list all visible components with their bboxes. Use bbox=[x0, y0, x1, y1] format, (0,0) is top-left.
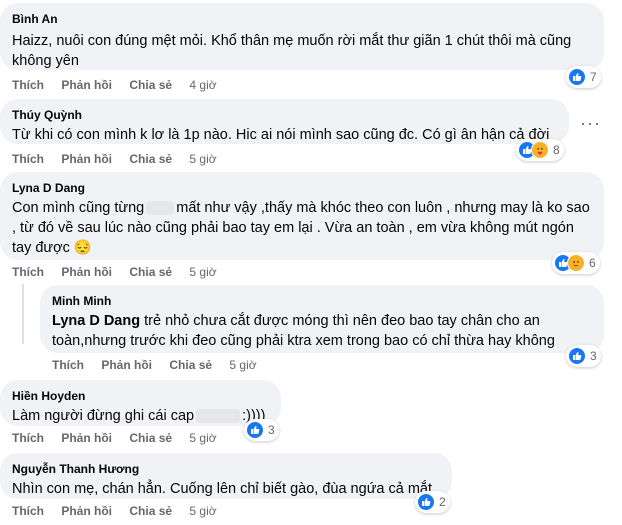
comment-bubble: Nguyễn Thanh Hương Nhìn con mẹ, chán hẳn… bbox=[0, 453, 452, 499]
reply-button[interactable]: Phản hồi bbox=[61, 152, 112, 166]
comment-text: Lyna D Dang trẻ nhỏ chưa cắt được móng t… bbox=[52, 311, 592, 351]
reaction-count: 3 bbox=[268, 423, 275, 437]
comment-text-part: Con mình cũng từng bbox=[12, 200, 145, 216]
comment-author[interactable]: Minh Minh bbox=[52, 293, 592, 309]
comment-time[interactable]: 5 giờ bbox=[189, 152, 216, 166]
comment-bubble: Lyna D Dang Con mình cũng từng mất như vậ… bbox=[0, 172, 604, 260]
like-icon bbox=[246, 421, 264, 439]
comment-bubble: Thúy Quỳnh Từ khi có con mình k lơ là 1p… bbox=[0, 99, 569, 144]
like-icon bbox=[568, 68, 586, 86]
comment-author[interactable]: Hiền Hoyden bbox=[12, 388, 269, 404]
like-button[interactable]: Thích bbox=[12, 431, 44, 445]
comment-text: Nhìn con mẹ, chán hẳn. Cuống lên chỉ biế… bbox=[12, 481, 433, 497]
comment-time[interactable]: 5 giờ bbox=[229, 358, 256, 372]
share-button[interactable]: Chia sẻ bbox=[129, 504, 172, 518]
like-icon bbox=[568, 347, 586, 365]
more-options-icon[interactable]: ··· bbox=[580, 114, 601, 132]
reply-button[interactable]: Phản hồi bbox=[61, 265, 112, 279]
share-button[interactable]: Chia sẻ bbox=[129, 152, 172, 166]
comment-text: Từ khi có con mình k lơ là 1p nào. Hic a… bbox=[12, 127, 550, 143]
reaction-summary[interactable]: 3 bbox=[244, 419, 279, 441]
reply-button[interactable]: Phản hồi bbox=[61, 78, 112, 92]
reaction-summary[interactable]: 3 bbox=[566, 345, 601, 367]
comment-time[interactable]: 5 giờ bbox=[189, 504, 216, 518]
share-button[interactable]: Chia sẻ bbox=[129, 431, 172, 445]
comment-actions: Thích Phản hồi Chia sẻ 5 giờ bbox=[12, 264, 231, 280]
comment-time[interactable]: 5 giờ bbox=[189, 431, 216, 445]
reaction-count: 6 bbox=[589, 256, 596, 270]
reaction-count: 7 bbox=[590, 70, 597, 84]
comment-bubble: Minh Minh Lyna D Dang trẻ nhỏ chưa cắt đ… bbox=[40, 285, 604, 353]
reply-thread-line bbox=[22, 284, 24, 344]
comment-bubble: Bình An Haizz, nuôi con đúng mệt mỏi. Kh… bbox=[0, 3, 604, 70]
comment-author[interactable]: Lyna D Dang bbox=[12, 180, 592, 196]
reaction-count: 2 bbox=[439, 495, 446, 509]
reply-button[interactable]: Phản hồi bbox=[61, 504, 112, 518]
reaction-summary[interactable]: 7 bbox=[566, 66, 601, 88]
comment-actions: Thích Phản hồi Chia sẻ 5 giờ bbox=[52, 357, 271, 373]
reaction-summary[interactable]: 6 bbox=[552, 252, 600, 274]
comment-author[interactable]: Thúy Quỳnh bbox=[12, 107, 557, 123]
comment-text-part: Làm người đừng ghi cái cap bbox=[12, 408, 195, 424]
comment-actions: Thích Phản hồi Chia sẻ 5 giờ bbox=[12, 151, 231, 167]
mention-link[interactable]: Lyna D Dang bbox=[52, 313, 140, 329]
comment-text: Haizz, nuôi con đúng mệt mỏi. Khổ thân m… bbox=[12, 33, 572, 69]
comment-author[interactable]: Bình An bbox=[12, 11, 592, 27]
sad-icon bbox=[567, 254, 585, 272]
like-button[interactable]: Thích bbox=[12, 265, 44, 279]
reaction-summary[interactable]: 8 bbox=[516, 139, 564, 161]
redacted-word bbox=[196, 409, 241, 424]
reaction-count: 8 bbox=[553, 143, 560, 157]
share-button[interactable]: Chia sẻ bbox=[129, 265, 172, 279]
comment-author[interactable]: Nguyễn Thanh Hương bbox=[12, 461, 440, 477]
reaction-summary[interactable]: 2 bbox=[415, 491, 450, 513]
comment-actions: Thích Phản hồi Chia sẻ 4 giờ bbox=[12, 77, 231, 93]
like-button[interactable]: Thích bbox=[12, 152, 44, 166]
comment-bubble: Hiền Hoyden Làm người đừng ghi cái cap:)… bbox=[0, 380, 281, 426]
reply-button[interactable]: Phản hồi bbox=[101, 358, 152, 372]
like-button[interactable]: Thích bbox=[12, 504, 44, 518]
like-button[interactable]: Thích bbox=[52, 358, 84, 372]
comment-actions: Thích Phản hồi Chia sẻ 5 giờ bbox=[12, 430, 231, 446]
share-button[interactable]: Chia sẻ bbox=[169, 358, 212, 372]
redacted-word bbox=[146, 201, 175, 216]
reply-button[interactable]: Phản hồi bbox=[61, 431, 112, 445]
share-button[interactable]: Chia sẻ bbox=[129, 78, 172, 92]
like-button[interactable]: Thích bbox=[12, 78, 44, 92]
comment-text: Con mình cũng từng mất như vậy ,thấy mà k… bbox=[12, 198, 592, 258]
comment-text: Làm người đừng ghi cái cap:)))) bbox=[12, 406, 269, 426]
care-icon bbox=[531, 141, 549, 159]
like-icon bbox=[417, 493, 435, 511]
reaction-count: 3 bbox=[590, 349, 597, 363]
comment-actions: Thích Phản hồi Chia sẻ 5 giờ bbox=[12, 503, 231, 519]
comment-time[interactable]: 5 giờ bbox=[189, 265, 216, 279]
comment-time[interactable]: 4 giờ bbox=[189, 78, 216, 92]
